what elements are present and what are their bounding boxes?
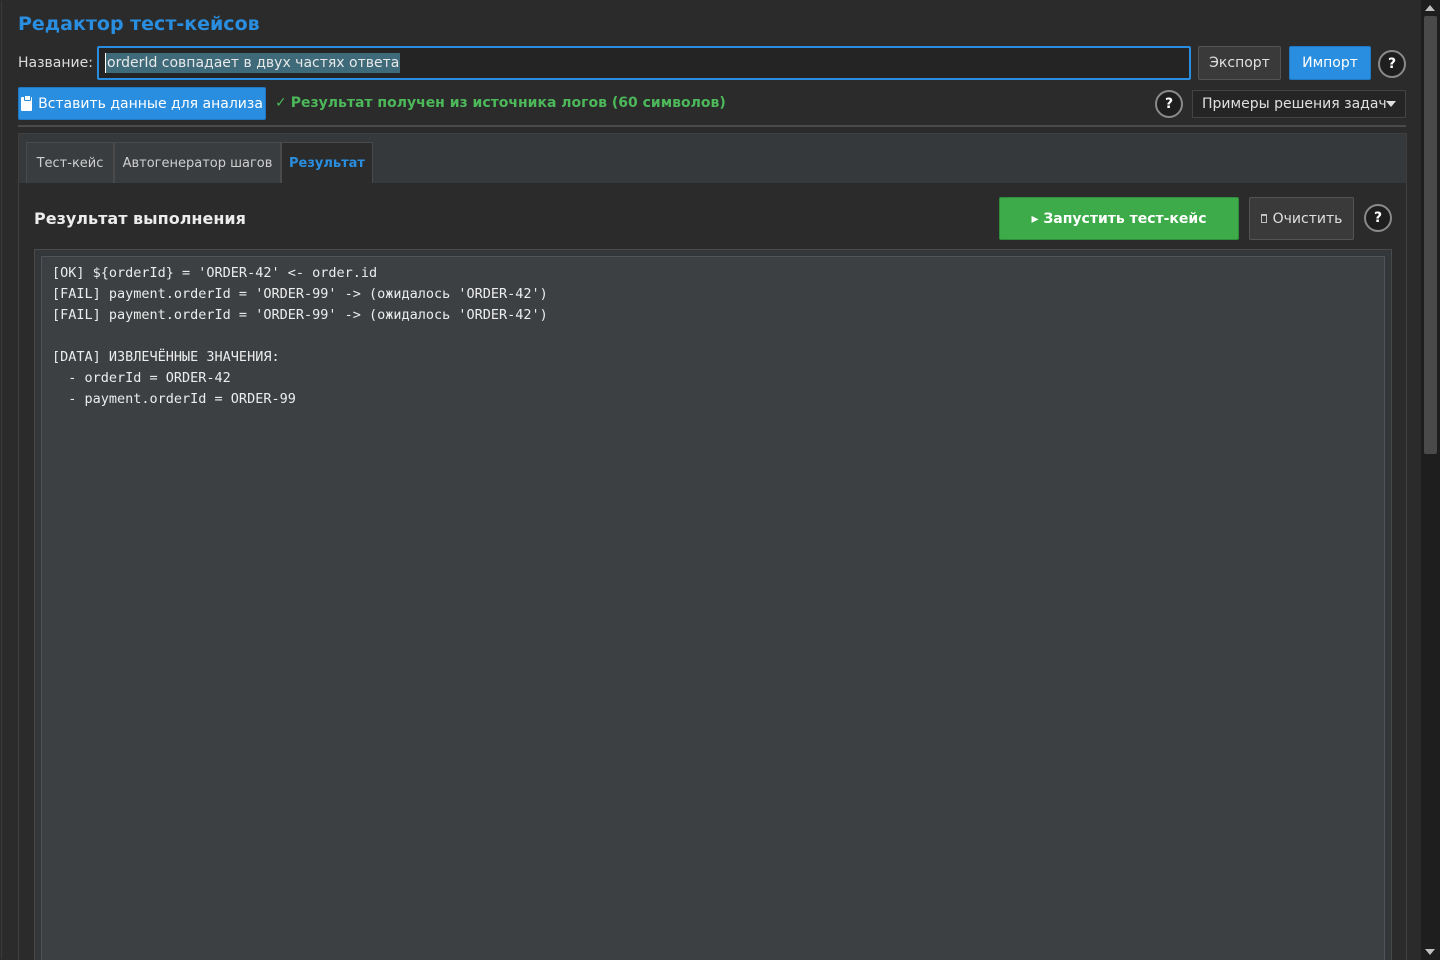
action-help-button[interactable]: ? (1155, 90, 1183, 118)
name-help-button[interactable]: ? (1378, 50, 1406, 78)
import-button[interactable]: Импорт (1289, 46, 1371, 80)
examples-dropdown-value: Примеры решения задач (1202, 96, 1387, 112)
status-text: Результат получен из источника логов (60… (290, 95, 726, 111)
tab-step-generator[interactable]: Автогенератор шагов (114, 142, 281, 183)
result-output[interactable]: [OK] ${orderId} = 'ORDER-42' <- order.id… (41, 256, 1385, 960)
name-input[interactable]: orderId совпадает в двух частях ответа (97, 46, 1191, 80)
run-test-case-button[interactable]: ▸ Запустить тест-кейс (999, 197, 1239, 240)
page-title: Редактор тест-кейсов (18, 13, 260, 35)
vertical-scrollbar[interactable] (1421, 0, 1440, 960)
name-label: Название: (18, 55, 93, 71)
tab-result[interactable]: Результат (281, 142, 373, 183)
result-help-button[interactable]: ? (1364, 204, 1392, 232)
chevron-down-icon (1386, 101, 1396, 107)
result-title: Результат выполнения (34, 209, 246, 228)
tab-pane: Тест-кейс Автогенератор шагов Результат … (18, 133, 1407, 960)
result-tab-content: Результат выполнения ▸ Запустить тест-ке… (19, 183, 1406, 960)
clipboard-icon (21, 94, 33, 111)
output-container: [OK] ${orderId} = 'ORDER-42' <- order.id… (34, 249, 1392, 960)
examples-dropdown[interactable]: Примеры решения задач (1192, 90, 1406, 118)
trash-icon (1260, 214, 1267, 223)
divider (18, 125, 1406, 127)
scrollbar-thumb[interactable] (1424, 16, 1437, 454)
paste-data-label: Вставить данные для анализа (38, 95, 263, 112)
paste-data-button[interactable]: Вставить данные для анализа (18, 87, 266, 120)
tab-bar: Тест-кейс Автогенератор шагов Результат (19, 134, 1406, 183)
check-icon: ✓ (275, 95, 287, 111)
clear-button[interactable]: Очистить (1249, 197, 1354, 240)
scroll-up-icon[interactable] (1425, 5, 1435, 11)
export-button[interactable]: Экспорт (1198, 46, 1281, 80)
tab-test-case[interactable]: Тест-кейс (26, 142, 114, 183)
name-input-value: orderId совпадает в двух частях ответа (105, 53, 401, 73)
status-message: ✓ Результат получен из источника логов (… (275, 95, 726, 111)
scroll-down-icon[interactable] (1425, 949, 1435, 955)
clear-label: Очистить (1272, 210, 1343, 227)
test-case-editor-window: Редактор тест-кейсов Название: orderId с… (1, 1, 1421, 960)
